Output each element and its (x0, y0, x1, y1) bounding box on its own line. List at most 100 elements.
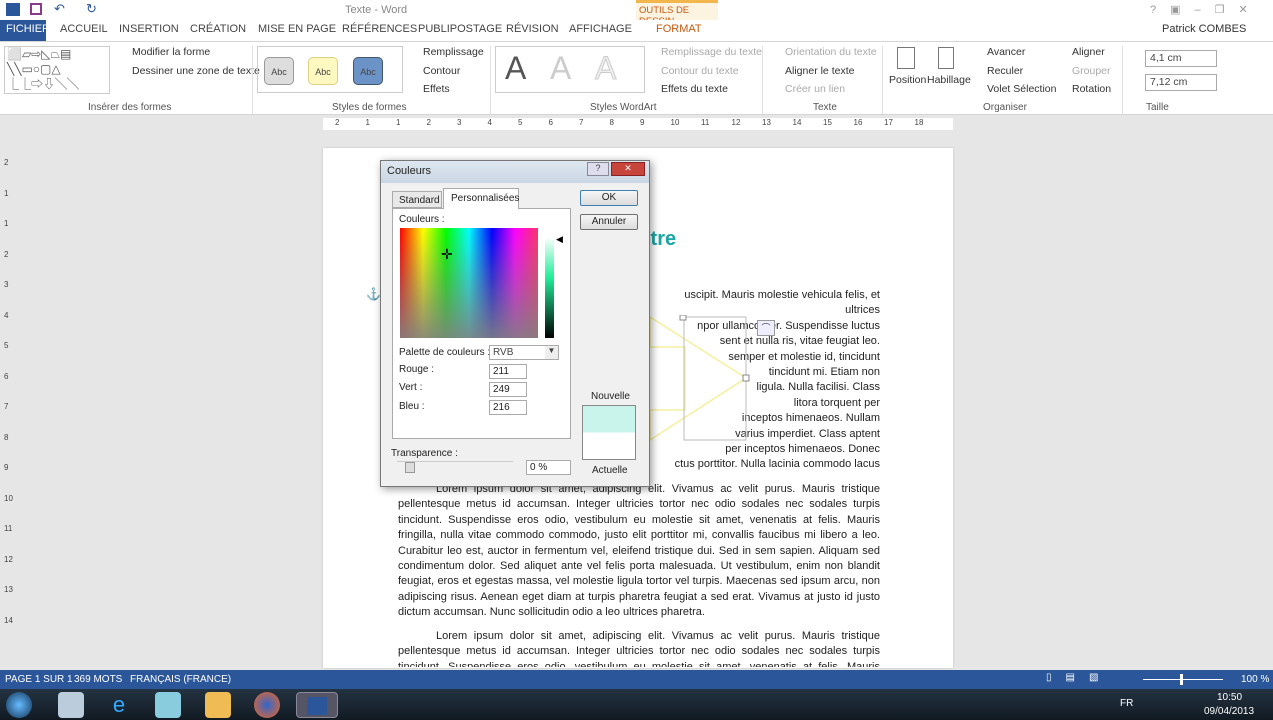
anchor-icon: ⚓ (366, 287, 381, 301)
group-label: Styles WordArt (590, 102, 657, 113)
wrap-icon[interactable] (938, 47, 954, 69)
paragraph-3: Lorem ipsum dolor sit amet, adipiscing e… (398, 630, 880, 667)
wordart-style-1[interactable]: A (505, 50, 526, 87)
zoom-level[interactable]: 100 % (1241, 674, 1269, 685)
ruler-tick: 6 (4, 371, 9, 381)
wrap-button[interactable]: Habillage (927, 74, 971, 86)
ok-button[interactable]: OK (580, 190, 638, 206)
transparency-slider[interactable] (397, 461, 513, 473)
create-link-button[interactable]: Créer un lien (785, 83, 845, 95)
shape-width-input[interactable]: 7,12 cm (1145, 74, 1217, 91)
ruler-tick: 14 (792, 118, 802, 127)
wordart-style-3[interactable]: A (594, 50, 616, 87)
ruler-tick: 2 (4, 158, 9, 167)
vertical-ruler[interactable]: 2 1 1 2 3 4 5 6 7 8 9 10 11 12 13 14 (0, 133, 14, 668)
group-label: Insérer des formes (88, 102, 172, 113)
style-gray[interactable]: Abc (264, 57, 294, 85)
ruler-tick: 5 (518, 118, 523, 127)
shape-height-input[interactable]: 4,1 cm (1145, 50, 1217, 67)
style-blue[interactable]: Abc (353, 57, 383, 85)
ie-icon[interactable]: e (106, 692, 132, 718)
red-input[interactable]: 211 (489, 364, 527, 379)
blue-label: Bleu : (399, 401, 425, 412)
chevron-down-icon[interactable]: ▼ (545, 346, 558, 359)
text-effects-button[interactable]: Effets du texte (661, 83, 728, 95)
text-outline-button[interactable]: Contour du texte (661, 65, 739, 77)
color-spectrum[interactable] (400, 228, 538, 338)
group-button[interactable]: Grouper (1072, 65, 1111, 77)
ruler-tick: 10 (4, 493, 13, 503)
tab-fichier[interactable]: FICHIER (0, 20, 50, 41)
status-bar: PAGE 1 SUR 1 369 MOTS FRANÇAIS (FRANCE) … (0, 670, 1273, 689)
align-text-button[interactable]: Aligner le texte (785, 65, 854, 77)
firefox-icon[interactable] (254, 692, 280, 718)
green-input[interactable]: 249 (489, 382, 527, 397)
tab-creation[interactable]: CRÉATION (190, 23, 246, 35)
draw-textbox-button[interactable]: Dessiner une zone de texte (132, 65, 260, 77)
group-label: Organiser (983, 102, 1027, 113)
tab-publipostage[interactable]: PUBLIPOSTAGE (418, 23, 502, 35)
align-button[interactable]: Aligner (1072, 46, 1105, 58)
redo-icon[interactable]: ↻ (86, 1, 97, 17)
explorer-icon[interactable] (205, 692, 231, 718)
tab-insertion[interactable]: INSERTION (119, 23, 179, 35)
current-label: Actuelle (592, 465, 628, 476)
shape-effects-button[interactable]: Effets (423, 83, 450, 95)
tab-mise-en-page[interactable]: MISE EN PAGE (258, 23, 336, 35)
save-icon[interactable] (30, 3, 42, 15)
bring-forward-button[interactable]: Avancer (987, 46, 1025, 58)
clock-time[interactable]: 10:50 (1217, 692, 1242, 703)
undo-icon[interactable]: ↶ (54, 1, 65, 17)
shapes-gallery[interactable]: ⬜▱⇨◺⏢▤ ╲╲▭○▢△ ⎿⎿⇨⇩╲╲ (4, 46, 110, 94)
tab-custom[interactable]: Personnalisées (443, 188, 519, 209)
selection-pane-button[interactable]: Volet Sélection (987, 83, 1056, 95)
clock-date[interactable]: 09/04/2013 (1204, 706, 1254, 717)
resize-handle (679, 315, 687, 321)
tab-revision[interactable]: RÉVISION (506, 23, 559, 35)
cancel-button[interactable]: Annuler (580, 214, 638, 230)
tab-accueil[interactable]: ACCUEIL (60, 23, 108, 35)
shape-fill-button[interactable]: Remplissage (423, 46, 484, 58)
luminance-slider[interactable] (545, 237, 554, 338)
view-buttons[interactable]: ▯▤▧ (1046, 672, 1112, 683)
colors-label: Couleurs : (399, 214, 445, 225)
tab-affichage[interactable]: AFFICHAGE (569, 23, 632, 35)
slider-thumb[interactable] (405, 462, 415, 473)
ruler-tick: 4 (4, 310, 9, 320)
luminance-pointer-icon[interactable]: ◀ (556, 234, 563, 245)
calculator-icon[interactable] (58, 692, 84, 718)
ruler-tick: 5 (4, 341, 9, 350)
style-yellow[interactable]: Abc (308, 57, 338, 85)
start-button[interactable] (6, 692, 32, 718)
wordart-style-2[interactable]: A (550, 50, 571, 87)
user-name[interactable]: Patrick COMBES (1162, 23, 1246, 35)
help-button[interactable]: ? (587, 162, 609, 176)
send-backward-button[interactable]: Reculer (987, 65, 1023, 77)
layout-options-icon[interactable]: ⌒ (757, 320, 775, 336)
text-direction-button[interactable]: Orientation du texte (785, 46, 877, 58)
zoom-slider[interactable] (1143, 674, 1223, 685)
edit-shape-button[interactable]: Modifier la forme (132, 46, 210, 58)
tab-standard[interactable]: Standard (392, 191, 442, 208)
group-label: Styles de formes (332, 102, 407, 113)
tab-references[interactable]: RÉFÉRENCES (342, 23, 417, 35)
app-icon[interactable] (155, 692, 181, 718)
word-taskbar-icon[interactable] (296, 692, 338, 718)
tab-format[interactable]: FORMAT (656, 23, 702, 35)
language-indicator[interactable]: FR (1120, 698, 1133, 709)
blue-input[interactable]: 216 (489, 400, 527, 415)
zoom-thumb[interactable] (1180, 674, 1183, 685)
word-count[interactable]: 369 MOTS (74, 674, 122, 685)
transparency-input[interactable]: 0 % (526, 460, 571, 475)
rotate-button[interactable]: Rotation (1072, 83, 1111, 95)
language[interactable]: FRANÇAIS (FRANCE) (130, 674, 231, 685)
shape-outline-button[interactable]: Contour (423, 65, 460, 77)
text-fill-button[interactable]: Remplissage du texte (661, 46, 762, 58)
position-icon[interactable] (897, 47, 915, 69)
palette-select[interactable]: RVB ▼ (489, 345, 559, 360)
window-controls[interactable]: ?▣–❐✕ (1150, 3, 1262, 16)
position-button[interactable]: Position (889, 74, 926, 86)
transparency-label: Transparence : (391, 448, 458, 459)
close-button[interactable]: ✕ (611, 162, 645, 176)
page-count[interactable]: PAGE 1 SUR 1 (5, 674, 73, 685)
